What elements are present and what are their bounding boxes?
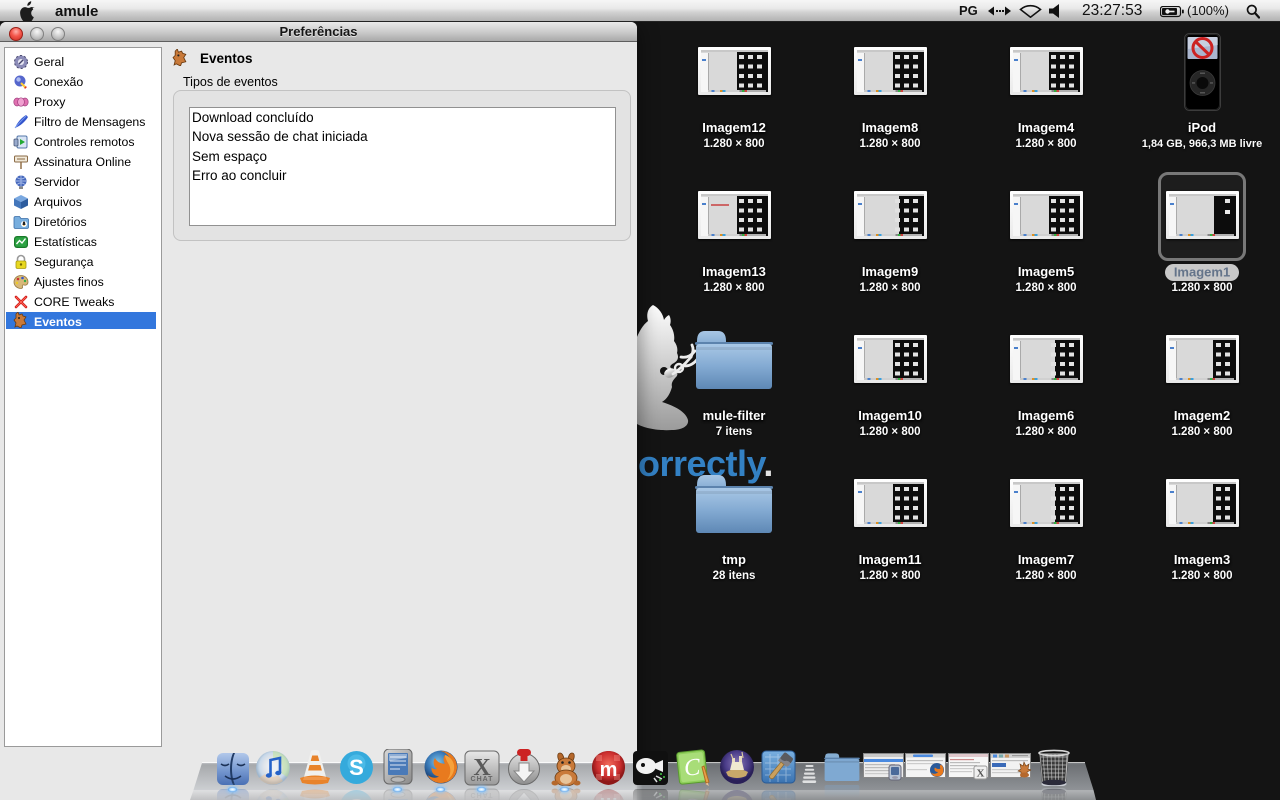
svg-text:X: X (977, 768, 985, 780)
svg-text:C: C (683, 754, 703, 782)
